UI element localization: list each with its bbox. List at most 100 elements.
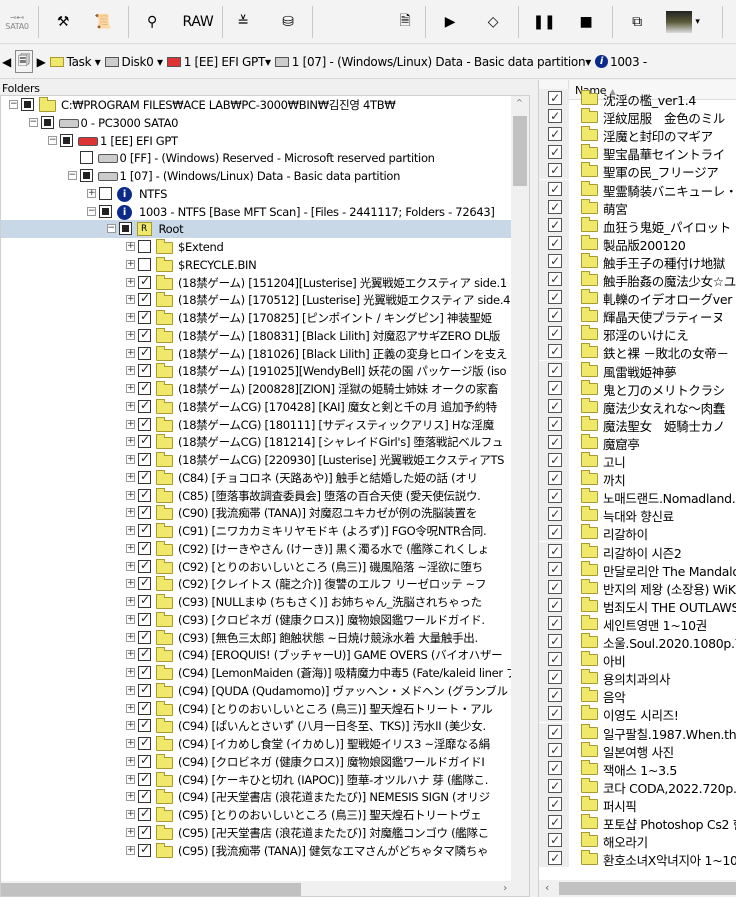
tree-node[interactable]: + (18禁ゲームCG) [181214] [シャレイドGirl's] 堕落戦記ベ… [1,433,511,451]
list-item[interactable]: ✓ 鬼と刀のメリトクラシ [539,378,736,398]
checkbox[interactable] [138,309,151,324]
list-item[interactable]: ✓ 邪淫のいけにえ [539,324,736,343]
list-item[interactable]: ✓ 軋轢のイデオローグver [539,288,736,307]
list-item[interactable]: ✓ 해오라기 [539,831,736,850]
checkbox[interactable]: ✓ [548,362,562,377]
partition-button[interactable]: ≚ [230,8,256,36]
expand-icon[interactable]: + [126,703,135,713]
vertical-scrollbar[interactable]: ^ [511,96,529,881]
list-item[interactable]: ✓ 아비 [539,650,736,669]
checkbox[interactable] [138,398,151,413]
checkbox[interactable] [138,682,151,697]
expand-icon[interactable]: + [126,384,135,393]
expand-icon[interactable]: + [87,188,96,198]
checkbox[interactable] [138,416,151,431]
list-item[interactable]: ✓ 輝晶天使プラティーヌ [539,306,736,325]
list-item[interactable]: ✓ 고니 [539,451,736,470]
list-item[interactable]: ✓ 聖軍の民_フリージア [539,161,736,180]
tree-node[interactable]: + (C95) [卍天堂書店 (浪花道またたび)] 対魔艦コンゴウ (艦隊こ [1,824,511,842]
tree-node[interactable]: + (18禁ゲーム) [180831] [Black Lilith] 対魔忍アサギ… [1,327,511,345]
collapse-icon[interactable]: − [9,100,18,109]
history-icon[interactable]: 🗐 [14,50,33,73]
tree-node[interactable]: + (C92) [けーきやさん (けーき)] 黒く濁る水で (艦隊これくしょ [1,540,511,558]
expand-icon[interactable]: + [126,330,135,340]
list-item[interactable]: ✓ 환호소녀X악녀지아 1~10 [539,849,736,868]
checkbox[interactable]: ✓ [548,91,562,105]
list-item[interactable]: ✓ 魔法聖女 姫騎士カノ [539,414,736,434]
forward-icon[interactable]: ▶ [37,55,46,69]
expand-icon[interactable]: + [126,526,135,535]
checkbox[interactable] [138,522,151,537]
tree-node[interactable]: + (C93) [クロビネガ (健康クロス)] 魔物娘図鑑ワールドガイド. [1,611,511,629]
checkbox[interactable] [138,788,151,804]
breadcrumb-partition[interactable]: 1 [07] - (Windows/Linux) Data - Basic da… [274,55,591,69]
checkbox[interactable] [99,186,112,200]
expand-icon[interactable]: + [126,366,135,376]
checkbox[interactable]: ✓ [548,742,562,757]
breadcrumb-efi[interactable]: 1 [EE] EFI GPT ▾ [166,55,271,69]
list-item[interactable]: ✓ 聖霊騎装バニキューレ・ [539,179,736,199]
search-button[interactable]: ⚲ [140,8,164,36]
tree-node[interactable]: + (18禁ゲーム) [151204][Lusterise] 光翼戦姫エクスティア… [1,274,511,292]
checkbox[interactable] [138,469,151,484]
tree-node[interactable]: − i 1003 - NTFS [Base MFT Scan] - [Files -… [1,203,511,221]
list-item[interactable]: ✓코다 CODA,2022.720p.KO [539,776,736,796]
play-button[interactable]: ▶ [440,8,460,36]
checkbox[interactable] [138,717,151,733]
tree-node[interactable]: + (C94) [LemonMaiden (蒼海)] 吸精魔力中毒5 (Fate/… [1,664,518,682]
breadcrumb-task[interactable]: Task ▾ [49,55,101,69]
list-item[interactable]: ✓ 용의치과의사 [539,668,736,687]
checkbox[interactable] [138,558,151,573]
checkbox[interactable] [138,664,151,679]
list-item[interactable]: ✓ 범죄도시 THE OUTLAWS [539,595,736,615]
expand-icon[interactable]: + [126,668,135,677]
expand-icon[interactable]: + [126,508,135,518]
checkbox[interactable]: ✓ [548,235,562,250]
scrollbar-thumb[interactable] [1,883,301,896]
checkbox[interactable]: ✓ [548,778,562,793]
checkbox[interactable]: ✓ [548,833,562,848]
checkbox[interactable] [138,824,151,839]
checkbox[interactable] [138,487,151,502]
breadcrumb-disk[interactable]: Disk0 ▾ [104,55,163,69]
tree-node[interactable]: + (C94) [QUDA (Qudamomo)] ヴァッヘン・メドヘン (グラン… [1,682,511,700]
list-item[interactable]: ✓ 노매드랜드.Nomadland.10 [539,487,736,506]
expand-icon[interactable]: + [126,810,135,819]
checkbox[interactable] [40,115,54,129]
list-item[interactable]: ✓ 이영도 시리즈! [539,704,736,723]
tree-node[interactable]: − 0 - PC3000 SATA0 [1,114,511,132]
scrollbar-thumb[interactable] [513,116,527,186]
checkbox[interactable] [138,735,151,750]
tree-node[interactable]: + $RECYCLE.BIN [1,256,511,274]
checkbox[interactable] [79,169,93,182]
expand-icon[interactable]: + [126,543,135,553]
checkbox[interactable]: ✓ [548,326,562,341]
tools-button[interactable]: ⚒ [50,8,76,36]
list-item[interactable]: ✓ 소울.Soul.2020.1080p.한 [539,632,736,651]
checkbox[interactable]: ✓ [548,724,562,739]
tree-node[interactable]: − R Root [1,220,511,239]
checkbox[interactable]: ✓ [548,652,562,667]
list-horizontal-scrollbar[interactable]: ‹ [539,880,736,897]
expand-icon[interactable]: + [126,792,135,802]
collapse-icon[interactable]: − [67,171,77,180]
checkbox[interactable] [138,611,151,626]
checkbox[interactable]: ✓ [548,471,562,486]
log-button[interactable]: 📜 [90,8,116,36]
expand-icon[interactable]: + [126,419,135,429]
tree-node[interactable]: + (C94) [とりのおいしいところ (鳥三)] 聖天煌石トリート・アル [1,700,511,718]
expand-icon[interactable]: + [126,739,135,748]
export-button[interactable]: 🗎 [392,8,418,36]
list-item[interactable]: ✓ 魔法少女えれな～肉蠢 [539,396,736,416]
list-item[interactable]: ✓ 잭애스 1~3.5 [539,758,736,778]
checkbox[interactable] [60,133,73,147]
tree-node[interactable]: + (C84) [チョコロネ (天路あや)] 触手と結婚した姫の話 (オリ [1,469,511,487]
tree-node[interactable]: + (18禁ゲームCG) [170428] [KAI] 魔女と剣と千の月 追加予約… [1,398,511,416]
checkbox[interactable]: ✓ [548,109,562,124]
checkbox[interactable]: ✓ [548,579,562,594]
list-item[interactable]: ✓ 鉄と裸 －敗北の女帝－ [539,342,736,361]
expand-icon[interactable]: + [126,650,135,660]
expand-icon[interactable]: + [126,490,135,500]
tree-node[interactable]: + (18禁ゲームCG) [180111] [サディスティックアリス] Hな淫魔 [1,416,511,434]
checkbox[interactable]: ✓ [548,290,562,305]
